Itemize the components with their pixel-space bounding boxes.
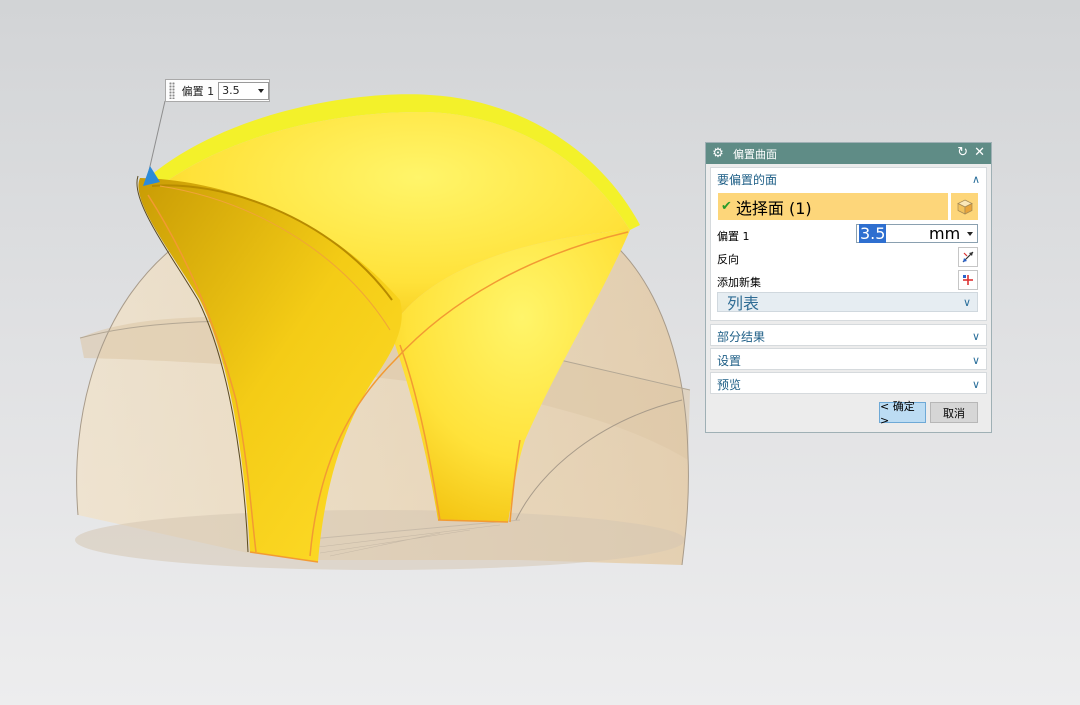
offset-input[interactable]: 3.5 mm: [856, 224, 978, 243]
add-set-icon: [963, 275, 973, 285]
select-face-button[interactable]: [950, 193, 978, 220]
section-partial[interactable]: 部分结果 ∨: [710, 324, 987, 346]
handle-offset-value: 3.5: [222, 84, 240, 97]
cube-icon: [956, 199, 973, 215]
chevron-down-icon[interactable]: [967, 232, 973, 236]
offset-unit: mm: [929, 224, 961, 243]
handle-offset-input[interactable]: 3.5: [218, 81, 269, 100]
chevron-up-icon[interactable]: ∧: [972, 173, 980, 186]
ok-button[interactable]: < 确定 >: [879, 400, 926, 427]
check-icon: ✔: [721, 199, 732, 214]
cancel-button[interactable]: 取消: [930, 402, 978, 423]
chevron-down-icon[interactable]: ∨: [972, 354, 980, 367]
add-set-label: 添加新集: [717, 276, 761, 289]
offset-handle-box: 偏置 1 3.5: [165, 79, 270, 102]
chevron-down-icon[interactable]: ∨: [972, 330, 980, 343]
section-faces-label: 要偏置的面: [717, 172, 778, 187]
dialog-titlebar[interactable]: ⚙ 偏置曲面 ↻ ✕: [706, 143, 991, 164]
section-partial-label: 部分结果: [717, 329, 766, 344]
section-faces-header[interactable]: 要偏置的面 ∧: [711, 168, 986, 190]
handle-label: 偏置 1: [181, 84, 215, 98]
select-face-row[interactable]: ✔ 选择面 (1): [718, 193, 948, 220]
gear-icon[interactable]: ⚙: [711, 146, 725, 161]
reset-icon[interactable]: ↻: [957, 146, 968, 160]
chevron-down-icon[interactable]: [258, 88, 264, 93]
add-set-button[interactable]: [958, 270, 978, 290]
chevron-down-icon[interactable]: ∨: [972, 378, 980, 391]
list-label: 列表: [727, 294, 760, 313]
reverse-direction-button[interactable]: [958, 247, 978, 267]
close-icon[interactable]: ✕: [974, 146, 985, 160]
list-toggle[interactable]: 列表 ∨: [717, 292, 978, 313]
chevron-down-icon[interactable]: ∨: [963, 296, 971, 309]
reverse-direction-icon: [962, 251, 974, 263]
select-face-label: 选择面 (1): [735, 198, 812, 218]
grip-icon[interactable]: [169, 82, 175, 99]
section-settings[interactable]: 设置 ∨: [710, 348, 987, 370]
section-settings-label: 设置: [717, 353, 742, 368]
dialog-title: 偏置曲面: [733, 147, 777, 161]
section-preview-label: 预览: [717, 377, 742, 392]
section-preview[interactable]: 预览 ∨: [710, 372, 987, 394]
offset-value: 3.5: [859, 224, 887, 243]
offset-label: 偏置 1: [717, 230, 750, 243]
reverse-label: 反向: [717, 253, 739, 266]
